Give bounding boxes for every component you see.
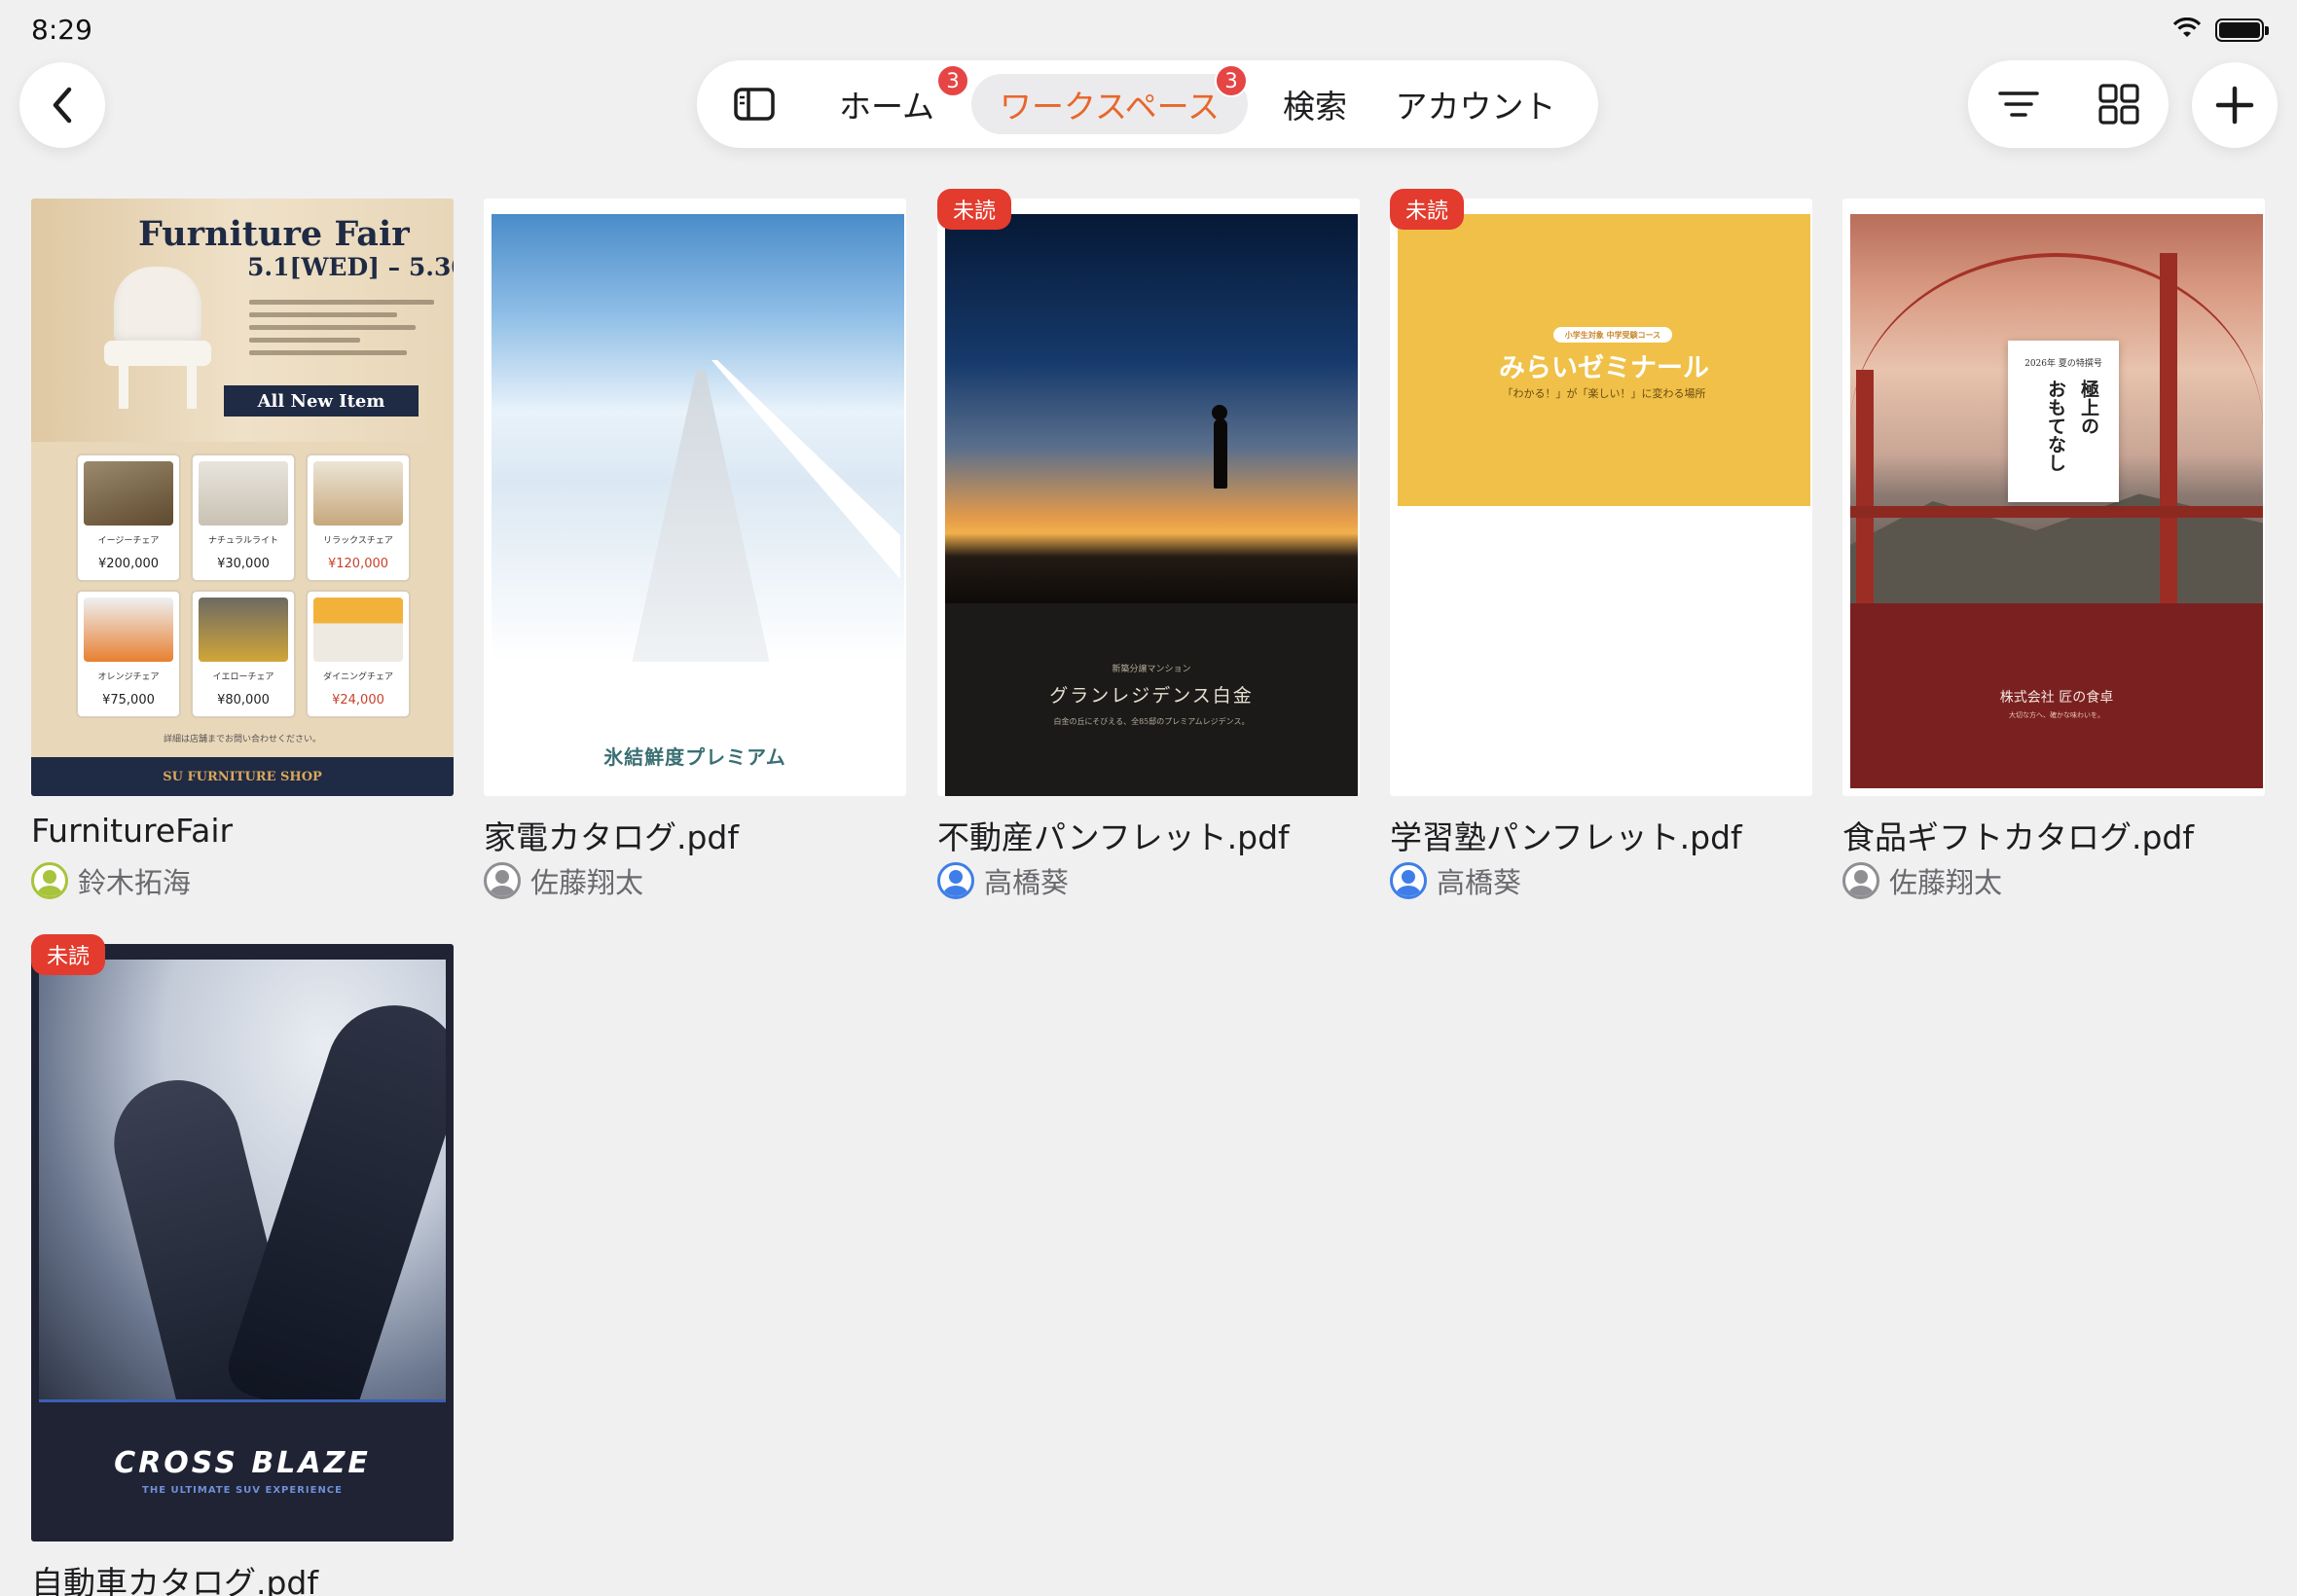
avatar-icon [937,862,974,899]
avatar-icon [1390,862,1427,899]
product-card: リラックスチェア ¥120,000 [306,453,411,582]
sidebar-icon [734,88,775,121]
owner-name: 佐藤翔太 [1889,866,2003,899]
owner-name: 鈴木拓海 [78,866,192,899]
product-card: ダイニングチェア ¥24,000 [306,590,411,718]
document-title[interactable]: 学習塾パンフレット.pdf [1390,812,1742,858]
owner-name: 高橋葵 [984,866,1070,899]
document-title[interactable]: 家電カタログ.pdf [484,812,739,858]
document-thumbnail[interactable]: Furniture Fair 5.1[WED] – 5.30[FRI] All … [31,199,454,796]
document-title[interactable]: 不動産パンフレット.pdf [937,812,1290,858]
status-time: 8:29 [31,14,92,46]
document-thumbnail[interactable]: CROSS BLAZE THE ULTIMATE SUV EXPERIENCE [31,944,454,1542]
owner-name: 高橋葵 [1437,866,1522,899]
document-thumbnail[interactable]: 2026年 夏の特撰号 極上の おもてなし 株式会社 匠の食卓 大切な方へ、確か… [1842,199,2265,796]
cover-shop-name: SU FURNITURE SHOP [31,757,454,796]
document-owner: 佐藤翔太 [484,860,643,901]
document-owner: 佐藤翔太 [1842,860,2002,901]
battery-icon [2215,18,2269,42]
home-notification-badge: 3 [936,64,969,97]
cover-title: 氷結鮮度プレミアム [603,745,786,769]
tab-bar: ホーム ワークスペース 検索 アカウント 3 3 [697,60,1598,148]
avatar-icon [1842,862,1879,899]
document-thumbnail[interactable]: 新築分譲マンション グランレジデンス白金 白金の丘にそびえる、全85邸のプレミア… [937,199,1360,796]
unread-badge: 未読 [31,934,106,975]
product-card: オレンジチェア ¥75,000 [76,590,181,718]
wifi-icon [2172,17,2202,43]
sunset-image [945,214,1358,603]
avatar-icon [484,862,521,899]
product-card: ナチュラルライト ¥30,000 [191,453,296,582]
document-title[interactable]: FurnitureFair [31,812,233,850]
sort-lines-icon [1997,91,2039,117]
cover-title: みらいゼミナール [1499,353,1709,383]
back-button[interactable] [19,62,105,148]
document-owner: 高橋葵 [1390,860,1521,901]
owner-name: 佐藤翔太 [530,866,644,899]
product-card: イエローチェア ¥80,000 [191,590,296,718]
tab-search[interactable]: 検索 [1261,74,1368,134]
chevron-left-icon [53,87,72,124]
grid-view-button[interactable] [2068,60,2169,148]
bridge-image: 2026年 夏の特撰号 極上の おもてなし [1850,214,2263,603]
cover-banner: All New Item [224,385,419,417]
cover-title: CROSS BLAZE [114,1446,371,1480]
feet-image [39,960,446,1399]
workspace-notification-badge: 3 [1215,64,1248,97]
unread-badge: 未読 [1390,189,1465,230]
tab-workspace[interactable]: ワークスペース [971,74,1248,134]
add-button[interactable] [2192,62,2278,148]
document-owner: 鈴木拓海 [31,860,191,901]
document-title[interactable]: 自動車カタログ.pdf [31,1557,318,1596]
cover-note: 詳細は店舗までお問い合わせください。 [163,735,321,744]
sort-button[interactable] [1968,60,2068,148]
status-indicators [2172,17,2269,43]
view-controls [1968,60,2169,148]
pier-image [492,214,904,662]
chair-image [99,267,216,413]
document-title[interactable]: 食品ギフトカタログ.pdf [1842,812,2194,858]
grid-icon [2097,84,2139,125]
avatar-icon [31,862,68,899]
cover-title: グランレジデンス白金 [1049,685,1254,707]
product-card: イージーチェア ¥200,000 [76,453,181,582]
cover-title: Furniture Fair [138,214,410,254]
sidebar-toggle-button[interactable] [734,85,775,124]
cover-date: 5.1[WED] – 5.30[FRI] [247,253,454,281]
document-thumbnail[interactable]: 氷結鮮度プレミアム [484,199,906,796]
unread-badge: 未読 [937,189,1012,230]
tab-account[interactable]: アカウント [1378,74,1573,134]
document-thumbnail[interactable]: 小学生対象 中学受験コース みらいゼミナール 「わかる！」が「楽しい！」に変わる… [1390,199,1812,796]
document-owner: 高橋葵 [937,860,1069,901]
plus-icon [2215,86,2254,125]
